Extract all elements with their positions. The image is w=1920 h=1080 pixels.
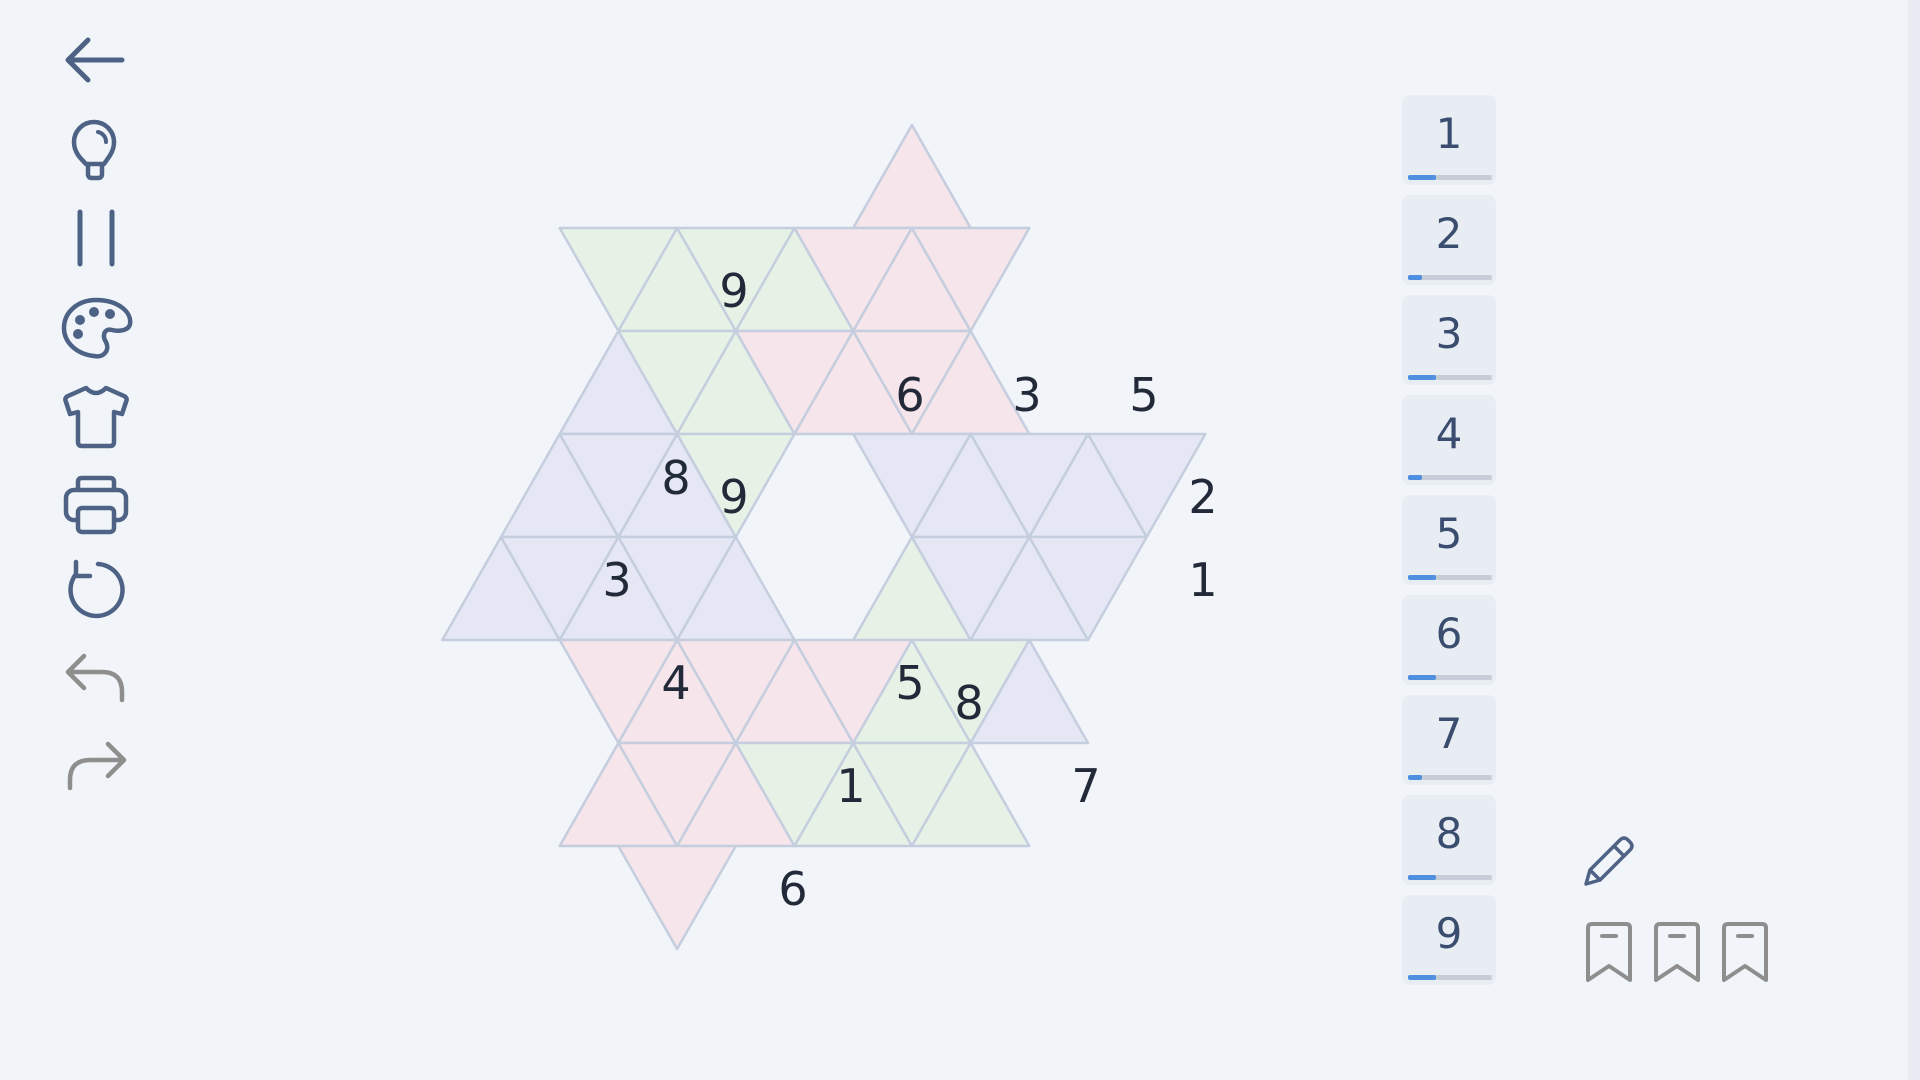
- given-digit: 6: [895, 368, 924, 422]
- number-progress-bar: [1408, 575, 1492, 580]
- given-digit: 4: [661, 656, 690, 710]
- number-progress-fill: [1408, 375, 1436, 380]
- bookmark-icon: [1722, 922, 1768, 982]
- number-button-1[interactable]: 1: [1402, 95, 1496, 185]
- given-digit: 7: [1071, 759, 1100, 813]
- number-progress-fill: [1408, 175, 1436, 180]
- given-digit: 5: [1129, 368, 1158, 422]
- number-button-5[interactable]: 5: [1402, 495, 1496, 585]
- number-progress-bar: [1408, 775, 1492, 780]
- number-label: 1: [1435, 109, 1463, 158]
- number-button-6[interactable]: 6: [1402, 595, 1496, 685]
- pencil-icon: [1584, 836, 1634, 886]
- number-button-8[interactable]: 8: [1402, 795, 1496, 885]
- number-progress-bar: [1408, 875, 1492, 880]
- number-progress-bar: [1408, 275, 1492, 280]
- given-digit: 8: [661, 451, 690, 505]
- given-digit: 6: [778, 862, 807, 916]
- number-button-2[interactable]: 2: [1402, 195, 1496, 285]
- given-digit: 8: [954, 676, 983, 730]
- number-label: 8: [1435, 809, 1463, 858]
- given-digit: 3: [602, 553, 631, 607]
- number-progress-fill: [1408, 475, 1422, 480]
- given-digit: 3: [1012, 368, 1041, 422]
- bookmark-button-3[interactable]: [1718, 922, 1772, 984]
- number-progress-fill: [1408, 575, 1436, 580]
- number-button-3[interactable]: 3: [1402, 295, 1496, 385]
- number-label: 9: [1435, 909, 1463, 958]
- given-digit: 1: [836, 759, 865, 813]
- number-button-4[interactable]: 4: [1402, 395, 1496, 485]
- grid-cell[interactable]: [617, 844, 738, 951]
- number-progress-bar: [1408, 675, 1492, 680]
- pencil-mode-button[interactable]: [1578, 832, 1638, 892]
- number-button-9[interactable]: 9: [1402, 895, 1496, 985]
- bookmark-icon: [1586, 922, 1632, 982]
- bookmark-button-1[interactable]: [1582, 922, 1636, 984]
- number-label: 5: [1435, 509, 1463, 558]
- number-progress-bar: [1408, 175, 1492, 180]
- number-progress-fill: [1408, 775, 1422, 780]
- given-digit: 1: [1188, 553, 1217, 607]
- number-progress-fill: [1408, 875, 1436, 880]
- number-progress-fill: [1408, 675, 1436, 680]
- number-progress-bar: [1408, 375, 1492, 380]
- number-progress-bar: [1408, 975, 1492, 980]
- number-label: 2: [1435, 209, 1463, 258]
- number-label: 3: [1435, 309, 1463, 358]
- given-digit: 5: [895, 656, 924, 710]
- number-progress-bar: [1408, 475, 1492, 480]
- number-label: 7: [1435, 709, 1463, 758]
- number-progress-fill: [1408, 975, 1436, 980]
- bookmark-button-2[interactable]: [1650, 922, 1704, 984]
- grid-cell[interactable]: [851, 123, 972, 230]
- number-label: 6: [1435, 609, 1463, 658]
- puzzle-board: 9 6 3 5 8 9 2 3 1 4 5 8 1 7 6: [441, 123, 1218, 951]
- bookmark-icon: [1654, 922, 1700, 982]
- given-digit: 9: [719, 470, 748, 524]
- number-label: 4: [1435, 409, 1463, 458]
- number-button-7[interactable]: 7: [1402, 695, 1496, 785]
- number-progress-fill: [1408, 275, 1422, 280]
- given-digit: 2: [1188, 470, 1217, 524]
- given-digit: 9: [719, 264, 748, 318]
